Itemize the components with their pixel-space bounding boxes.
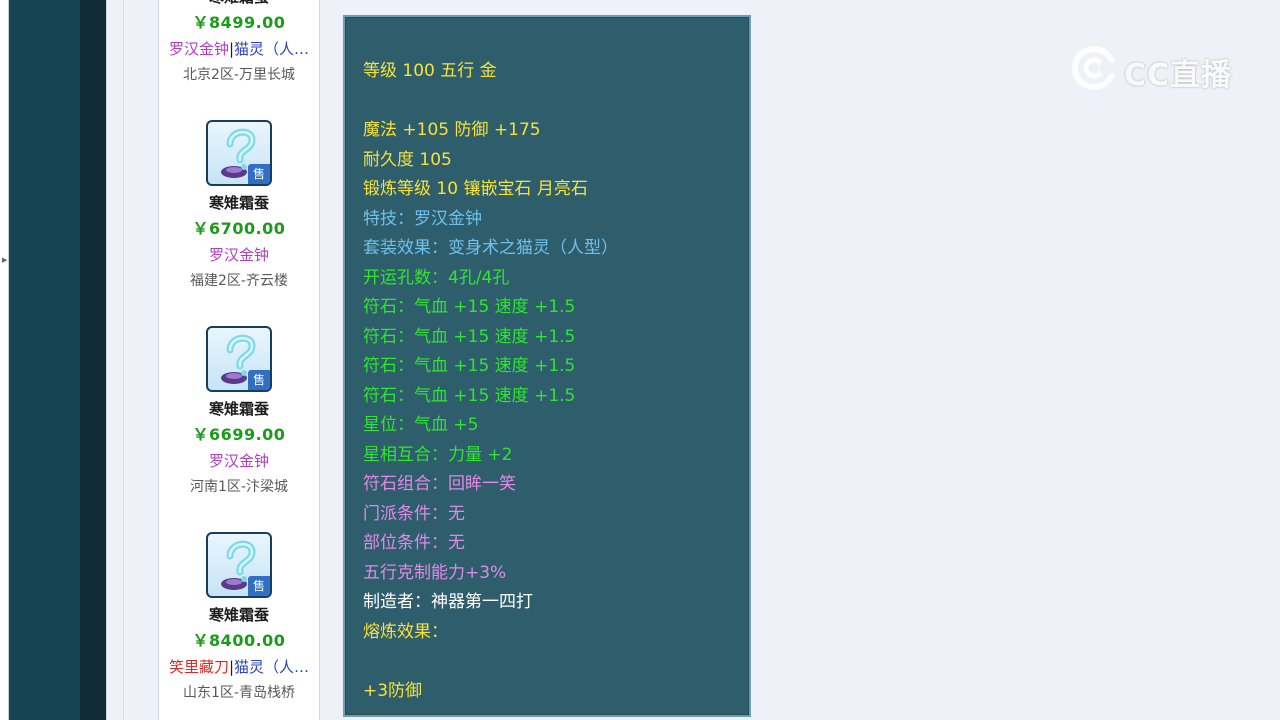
item-tags: 罗汉金钟 bbox=[159, 448, 319, 474]
item-name[interactable]: 寒雉霜蚕 bbox=[159, 0, 319, 10]
item-server: 福建2区-齐云楼 bbox=[190, 273, 288, 289]
list-item[interactable]: 售 寒雉霜蚕 ￥8400.00 笑里藏刀|猫灵（人… 山东1区-青岛栈桥 bbox=[159, 532, 319, 706]
tooltip-line: 符石：气血 +15 速度 +1.5 bbox=[363, 356, 576, 376]
item-icon[interactable]: 售 bbox=[206, 532, 272, 598]
item-name[interactable]: 寒雉霜蚕 bbox=[159, 190, 319, 216]
skill-tag[interactable]: 罗汉金钟 bbox=[209, 452, 269, 470]
item-server: 山东1区-青岛栈桥 bbox=[183, 685, 295, 701]
side-collapse-handle[interactable]: ▶ bbox=[0, 0, 9, 720]
list-item[interactable]: 售 寒雉霜蚕 ￥6699.00 罗汉金钟 河南1区-汴梁城 bbox=[159, 326, 319, 500]
item-tags: 笑里藏刀|猫灵（人… bbox=[159, 654, 319, 680]
broadcast-watermark: CC直播 bbox=[1070, 42, 1242, 94]
item-name[interactable]: 寒雉霜蚕 bbox=[159, 396, 319, 422]
sell-badge: 售 bbox=[248, 576, 270, 596]
item-icon[interactable]: 售 bbox=[206, 120, 272, 186]
tooltip-line: 锻炼等级 10 镶嵌宝石 月亮石 bbox=[363, 179, 588, 199]
tooltip-line: 符石：气血 +15 速度 +1.5 bbox=[363, 385, 576, 406]
tooltip-line: 门派条件：无 bbox=[363, 503, 465, 524]
tooltip-line: 部位条件：无 bbox=[363, 533, 465, 553]
item-price: ￥8400.00 bbox=[192, 631, 286, 650]
item-name[interactable]: 寒雉霜蚕 bbox=[159, 602, 319, 628]
sell-badge: 售 bbox=[248, 370, 270, 390]
skill-tag[interactable]: 罗汉金钟 bbox=[169, 40, 229, 58]
list-item[interactable]: 售 寒雉霜蚕 ￥6700.00 罗汉金钟 福建2区-齐云楼 bbox=[159, 120, 319, 294]
tooltip-line: 五行克制能力+3% bbox=[363, 562, 507, 583]
tooltip-line: 特技：罗汉金钟 bbox=[363, 208, 482, 229]
collapse-arrow-icon[interactable]: ▶ bbox=[2, 256, 7, 264]
watermark-logo-icon bbox=[1072, 46, 1116, 90]
left-dark-panel bbox=[0, 0, 80, 720]
item-list: 售 寒雉霜蚕 ￥8499.00 罗汉金钟|猫灵（人… 北京2区-万里长城 售 寒… bbox=[158, 0, 320, 720]
item-server: 河南1区-汴梁城 bbox=[190, 479, 288, 495]
item-price: ￥6700.00 bbox=[192, 219, 286, 238]
frame-divider bbox=[123, 0, 124, 720]
tooltip-line: 符石：气血 +15 速度 +1.5 bbox=[363, 326, 576, 347]
dark-divider-strip bbox=[80, 0, 106, 720]
set-tag[interactable]: 猫灵（人… bbox=[234, 40, 309, 58]
skill-tag[interactable]: 罗汉金钟 bbox=[209, 246, 269, 264]
tooltip-line: 符石组合：回眸一笑 bbox=[363, 474, 516, 494]
tooltip-line: 开运孔数：4孔/4孔 bbox=[363, 267, 510, 288]
item-detail-tooltip: 等级 100 五行 金魔法 +105 防御 +175 耐久度 105 锻炼等级 10… bbox=[343, 15, 751, 717]
tooltip-line: 魔法 +105 防御 +175 bbox=[363, 120, 541, 140]
item-server: 北京2区-万里长城 bbox=[183, 67, 295, 83]
tooltip-line: 制造者：神器第一四打 bbox=[363, 592, 533, 612]
sell-badge: 售 bbox=[248, 164, 270, 184]
tooltip-line: 星位：气血 +5 bbox=[363, 415, 479, 435]
skill-tag[interactable]: 笑里藏刀 bbox=[169, 658, 229, 676]
tooltip-line: 套装效果：变身术之猫灵（人型） bbox=[363, 238, 618, 258]
item-icon[interactable]: 售 bbox=[206, 326, 272, 392]
item-price: ￥6699.00 bbox=[192, 425, 286, 444]
set-tag[interactable]: 猫灵（人… bbox=[234, 658, 309, 676]
list-frame bbox=[106, 0, 158, 720]
item-tags: 罗汉金钟|猫灵（人… bbox=[159, 36, 319, 62]
tooltip-line: 耐久度 105 bbox=[363, 149, 452, 170]
tooltip-line: 熔炼效果： bbox=[363, 621, 448, 642]
list-item[interactable]: 售 寒雉霜蚕 ￥8499.00 罗汉金钟|猫灵（人… 北京2区-万里长城 bbox=[159, 0, 319, 88]
tooltip-line: +3防御 bbox=[363, 680, 423, 701]
tooltip-line: 符石：气血 +15 速度 +1.5 bbox=[363, 297, 576, 317]
item-price: ￥8499.00 bbox=[192, 13, 286, 32]
tooltip-line: 等级 100 五行 金 bbox=[363, 61, 497, 81]
watermark-text: CC直播 bbox=[1124, 58, 1233, 93]
item-tags: 罗汉金钟 bbox=[159, 242, 319, 268]
tooltip-line: 星相互合：力量 +2 bbox=[363, 444, 513, 465]
